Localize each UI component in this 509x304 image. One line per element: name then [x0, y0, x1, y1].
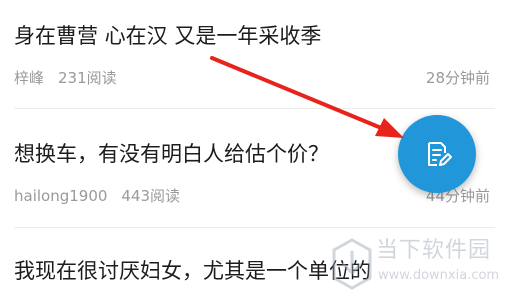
watermark-name: 当下软件园 [376, 238, 492, 263]
compose-fab-button[interactable] [398, 115, 476, 193]
post-author[interactable]: hailong1900 [14, 187, 107, 205]
edit-post-icon [428, 142, 452, 166]
post-meta: hailong1900 443阅读 [14, 187, 180, 205]
post-title[interactable]: 身在曹营 心在汉 又是一年采收季 [14, 22, 321, 50]
post-item[interactable]: 身在曹营 心在汉 又是一年采收季 梓峰 231阅读 28分钟前 [0, 0, 509, 108]
post-title[interactable]: 我现在很讨厌妇女，尤其是一个单位的 [14, 257, 371, 285]
post-views: 231阅读 [58, 69, 117, 87]
post-author[interactable]: 梓峰 [14, 69, 44, 87]
post-title[interactable]: 想换车，有没有明白人给估个价？ [14, 140, 329, 168]
post-views: 443阅读 [121, 187, 181, 205]
watermark: 当下软件园 www.downxia.com [330, 234, 500, 298]
post-time: 28分钟前 [425, 69, 490, 87]
watermark-url: www.downxia.com [378, 268, 500, 283]
watermark-logo-icon [332, 238, 372, 290]
post-meta: 梓峰 231阅读 [14, 69, 117, 87]
